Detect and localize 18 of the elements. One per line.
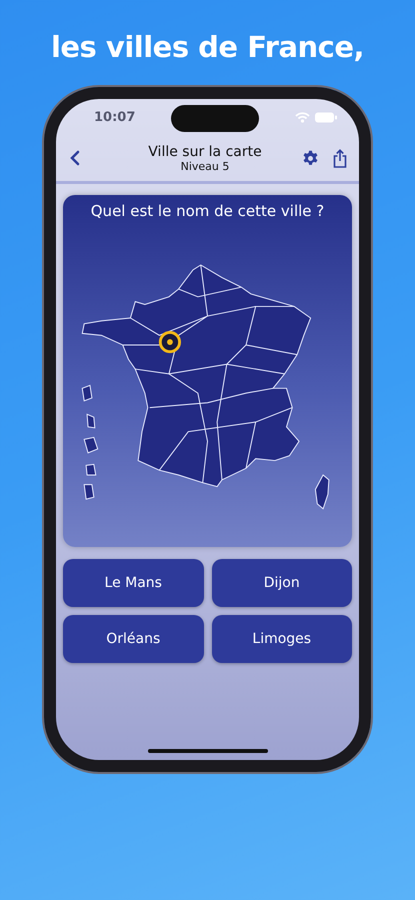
share-icon (333, 148, 347, 168)
answer-button[interactable]: Le Mans (63, 559, 204, 607)
share-button[interactable] (333, 148, 347, 168)
back-button[interactable] (70, 150, 80, 166)
headline: les villes de France, (50, 30, 364, 64)
wifi-icon (294, 112, 310, 122)
question-text: Quel est le nom de cette ville ? (90, 202, 326, 220)
answer-button[interactable]: Orléans (63, 615, 204, 663)
level-subtitle: Niveau 5 (180, 160, 230, 172)
target-marker-icon (158, 331, 181, 354)
settings-icon (302, 150, 319, 166)
status-time: 10:07 (94, 110, 136, 124)
back-chevron-icon (70, 150, 80, 166)
settings-button[interactable] (302, 150, 319, 166)
battery-icon (314, 112, 337, 122)
answer-button[interactable]: Limoges (212, 615, 352, 663)
screen-title: Ville sur la carte (148, 144, 262, 160)
answer-button[interactable]: Dijon (212, 559, 352, 607)
